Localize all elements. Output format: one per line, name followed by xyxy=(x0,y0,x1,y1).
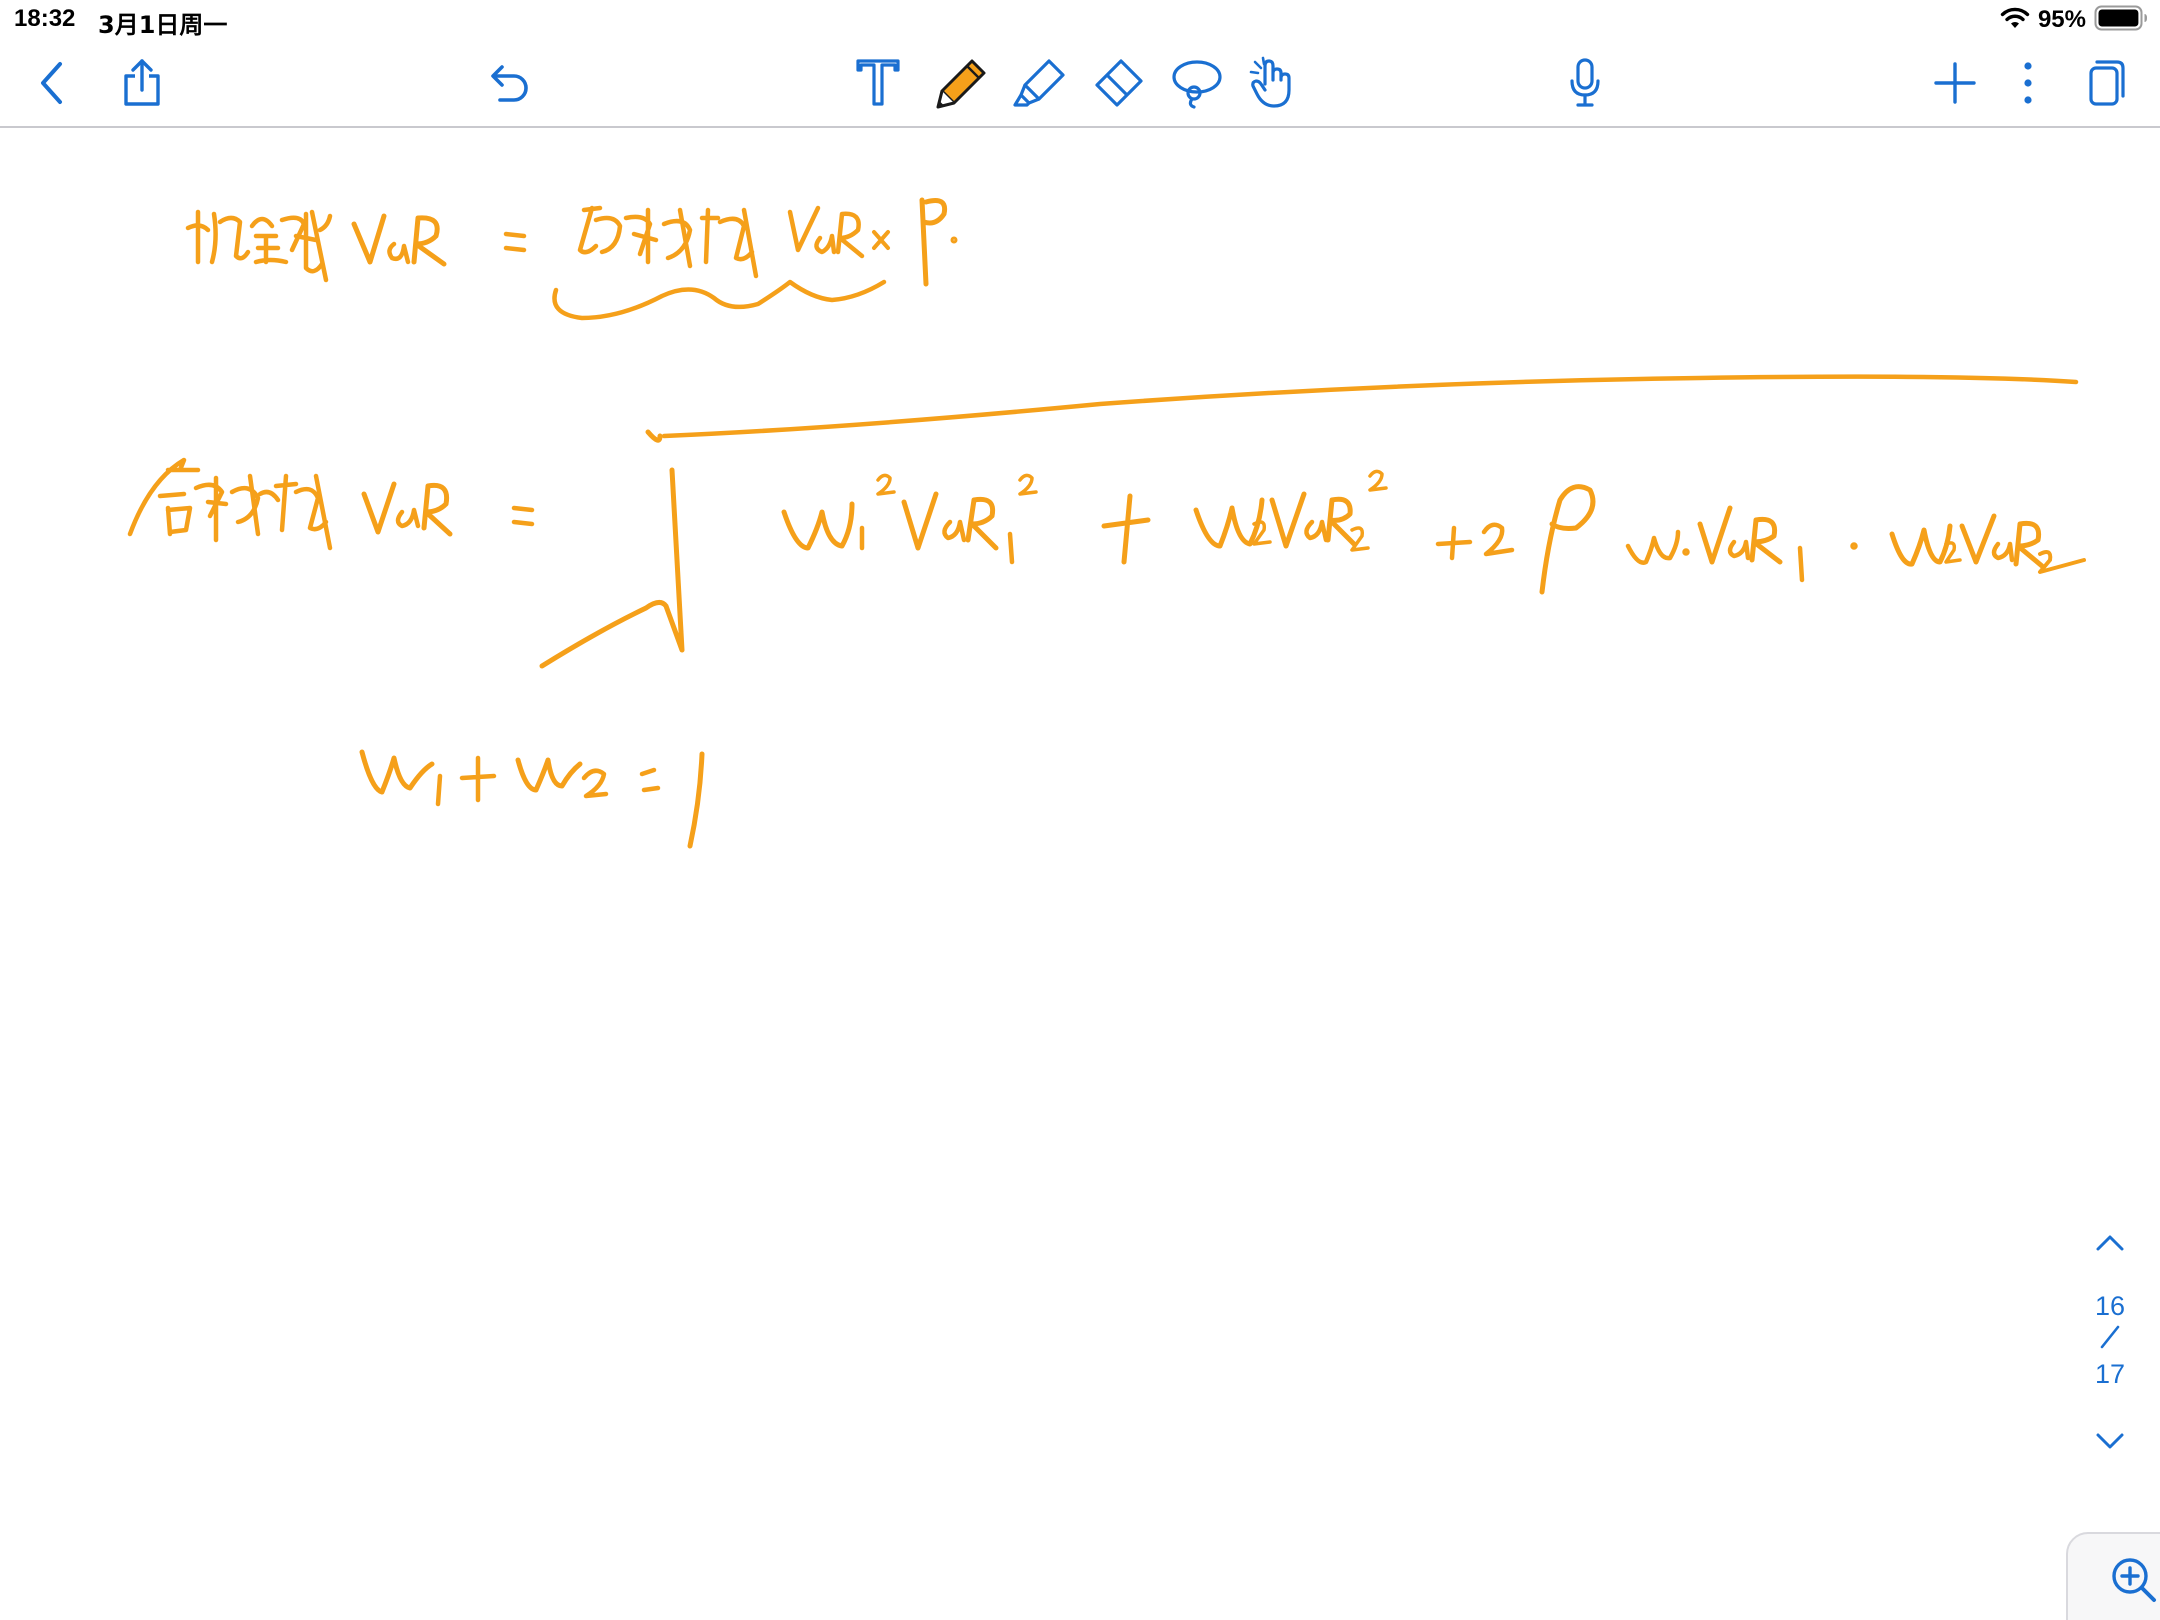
add-icon xyxy=(1934,62,1976,104)
pages-button[interactable] xyxy=(2082,40,2132,126)
zoom-in-icon xyxy=(2112,1558,2156,1602)
back-button[interactable] xyxy=(24,40,80,126)
status-bar: 18:32 3月1日周一 95% xyxy=(0,0,2160,40)
note-canvas[interactable] xyxy=(0,128,2160,1620)
add-button[interactable] xyxy=(1930,40,1980,126)
battery-icon xyxy=(2094,5,2148,36)
text-tool-button[interactable] xyxy=(852,40,904,126)
status-indicators: 95% xyxy=(2000,4,2148,36)
previous-page-button[interactable] xyxy=(2080,1215,2140,1271)
microphone-button[interactable] xyxy=(1560,40,1610,126)
ink-line-2 xyxy=(127,374,2086,669)
pages-icon xyxy=(2089,60,2125,106)
ink-line-1 xyxy=(185,197,958,321)
microphone-icon xyxy=(1570,58,1600,107)
undo-icon xyxy=(491,65,528,102)
share-icon xyxy=(124,59,160,106)
more-icon xyxy=(2024,62,2032,104)
text-tool-icon xyxy=(856,59,900,106)
toolbar xyxy=(0,40,2160,128)
lasso-tool-button[interactable] xyxy=(1168,40,1226,126)
battery-percent: 95% xyxy=(2037,6,2086,33)
zoom-button[interactable] xyxy=(2066,1532,2160,1620)
next-page-button[interactable] xyxy=(2080,1413,2140,1469)
notes-app: 18:32 3月1日周一 95% 16 17 xyxy=(0,0,2160,1620)
back-icon xyxy=(41,62,62,104)
highlighter-tool-icon xyxy=(1013,59,1065,107)
ink-line-3 xyxy=(359,749,705,849)
highlighter-tool-button[interactable] xyxy=(1012,40,1068,126)
pen-tool-button[interactable] xyxy=(934,40,990,126)
handwritten-ink xyxy=(127,197,2086,849)
total-page-count: 17 xyxy=(2094,1359,2126,1389)
current-page-number: 16 xyxy=(2094,1291,2126,1321)
lasso-tool-icon xyxy=(1172,60,1222,109)
wifi-icon xyxy=(2000,6,2030,35)
more-button[interactable] xyxy=(2008,40,2048,126)
status-time: 18:32 xyxy=(14,5,76,32)
page-navigator: 16 17 xyxy=(2080,1215,2140,1465)
eraser-tool-button[interactable] xyxy=(1090,40,1146,126)
hand-tool-icon xyxy=(1249,56,1291,108)
status-date: 3月1日周一 xyxy=(98,11,228,39)
share-button[interactable] xyxy=(116,40,168,126)
slash-icon xyxy=(2100,1325,2120,1349)
undo-button[interactable] xyxy=(482,40,538,126)
eraser-tool-icon xyxy=(1095,59,1143,107)
chevron-down-icon xyxy=(2096,1433,2124,1449)
hand-tool-button[interactable] xyxy=(1246,40,1302,126)
page-separator xyxy=(2080,1323,2140,1358)
ink-strokes xyxy=(127,197,2086,849)
pen-tool-icon xyxy=(936,59,986,109)
chevron-up-icon xyxy=(2096,1235,2124,1251)
